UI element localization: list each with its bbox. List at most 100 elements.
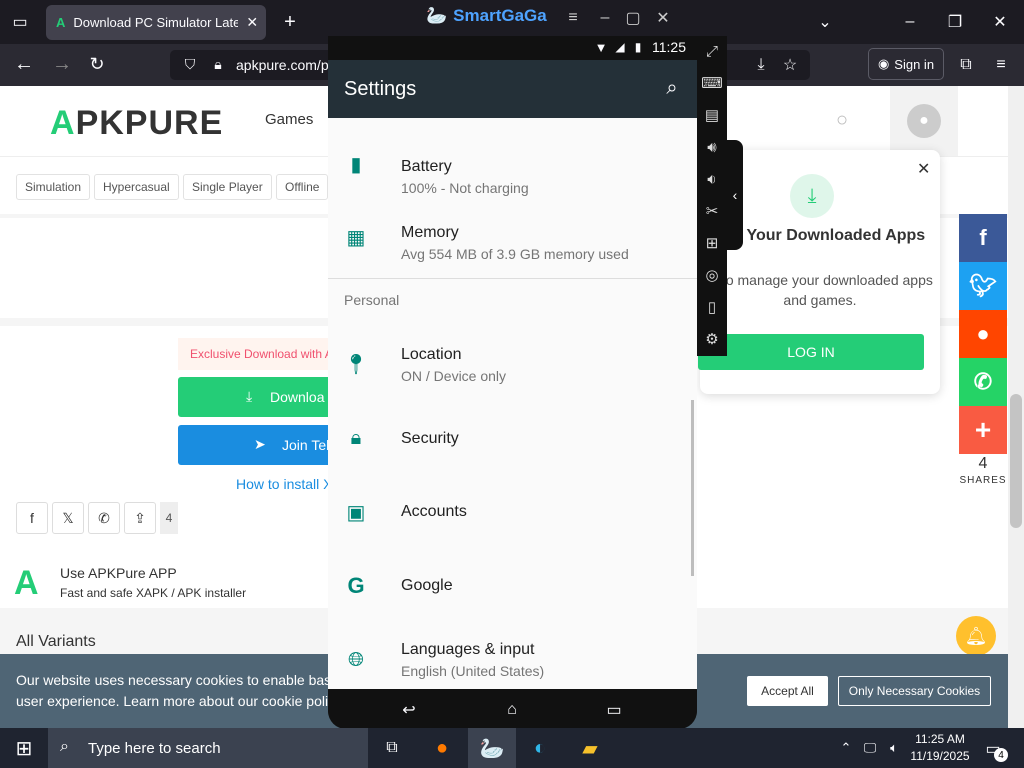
memory-chip-icon: ▦ (346, 226, 366, 249)
location-icon[interactable]: ◎ (697, 260, 727, 290)
more-share-icon[interactable]: + (959, 406, 1007, 454)
settings-item-google[interactable]: G Google (328, 550, 697, 622)
share-icon[interactable]: ⇪ (124, 502, 156, 534)
whatsapp-share-icon[interactable]: ✆ (959, 358, 1007, 406)
share-facebook-icon[interactable]: f (16, 502, 48, 534)
clock-date: 11/19/2025 (910, 749, 970, 763)
google-g-icon: G (347, 573, 365, 598)
nav-games[interactable]: Games (265, 111, 313, 128)
shake-icon[interactable]: ▯ (697, 292, 727, 322)
close-tab-icon[interactable]: ✕ (246, 14, 258, 31)
lock-icon[interactable]: 🔒︎ (208, 54, 228, 74)
settings-item-languages[interactable]: 🌐︎ Languages & input English (United Sta… (328, 624, 697, 689)
taskbar-search[interactable]: ⌕ Type here to search (48, 728, 368, 768)
tray-overflow-icon[interactable]: ⌃ (838, 738, 854, 758)
multi-instance-icon[interactable]: ⊞ (697, 228, 727, 258)
apk-install-icon[interactable]: ▤ (697, 100, 727, 130)
extensions-icon[interactable]: ⧉ (955, 54, 977, 76)
sign-in-button[interactable]: ◉ Sign in (868, 48, 944, 80)
settings-search-icon[interactable]: ⌕ (660, 76, 684, 100)
shield-icon[interactable]: ⛉ (180, 54, 200, 74)
settings-item-memory[interactable]: ▦ Memory Avg 554 MB of 3.9 GB memory use… (328, 200, 697, 272)
windows-start-icon[interactable]: ⊞ (0, 728, 48, 768)
clock-time: 11:25 AM (915, 732, 965, 746)
screenshot-scissors-icon[interactable]: ✂ (697, 196, 727, 226)
facebook-share-icon[interactable]: f (959, 214, 1007, 262)
download-icon: ⤓ (246, 388, 253, 404)
close-emulator-icon[interactable]: ✕ (653, 8, 673, 28)
recents-nav-icon[interactable]: ▭ (600, 698, 628, 722)
settings-item-location[interactable]: 📍︎ Location ON / Device only (328, 328, 697, 400)
item-title: Google (401, 577, 453, 594)
battery-status-icon: ▮ (634, 40, 642, 54)
chip-hypercasual[interactable]: Hypercasual (94, 174, 179, 200)
back-icon[interactable]: ← (12, 52, 36, 76)
file-explorer-icon[interactable]: ▰ (566, 728, 614, 768)
smartgaga-taskbar-icon[interactable]: 🦢 (468, 728, 516, 768)
keyboard-icon[interactable]: ⌨ (697, 68, 727, 98)
collapse-toolbar-icon[interactable]: ‹ (727, 140, 743, 250)
taskbar-clock[interactable]: 11:25 AM 11/19/2025 (900, 731, 980, 765)
browser-tab[interactable]: A Download PC Simulator Latest V ✕ (46, 5, 266, 40)
network-icon[interactable]: 🖵 (860, 738, 880, 758)
chip-offline[interactable]: Offline (276, 174, 329, 200)
item-title: Security (401, 430, 459, 447)
home-nav-icon[interactable]: ⌂ (498, 698, 526, 722)
chip-single-player[interactable]: Single Player (183, 174, 272, 200)
forward-icon[interactable]: → (50, 52, 74, 76)
personal-section-header: Personal (344, 292, 400, 308)
app-menu-icon[interactable]: ≡ (990, 54, 1012, 76)
bookmark-star-icon[interactable]: ☆ (779, 54, 801, 76)
smartgaga-title: 🦢 SmartGaGa (426, 6, 547, 25)
share-count: 4 (160, 502, 178, 534)
tabs-dropdown-icon[interactable]: ⌄ (815, 10, 835, 34)
android-clock: 11:25 (652, 39, 686, 55)
window-close-icon[interactable]: ✕ (990, 10, 1010, 34)
notification-bell-icon[interactable]: 🔔︎ (956, 616, 996, 656)
accept-all-button[interactable]: Accept All (747, 676, 828, 706)
share-whatsapp-icon[interactable]: ✆ (88, 502, 120, 534)
telegram-icon: ➤ (254, 436, 266, 452)
twitter-share-icon[interactable]: 🐦︎ (959, 262, 1007, 310)
menu-icon[interactable]: ≡ (563, 8, 583, 28)
necessary-cookies-button[interactable]: Only Necessary Cookies (838, 676, 991, 706)
new-tab-icon[interactable]: + (278, 10, 302, 34)
download-page-icon[interactable]: ⤓ (750, 54, 772, 76)
apkpure-logo[interactable]: APKPURE (50, 104, 223, 143)
maximize-icon[interactable]: ▢ (623, 8, 643, 28)
chip-simulation[interactable]: Simulation (16, 174, 91, 200)
join-telegram-button[interactable]: ➤ Join Tel (178, 425, 338, 465)
exclusive-download-banner[interactable]: Exclusive Download with A (178, 338, 338, 370)
window-restore-icon[interactable]: ❐ (945, 10, 965, 34)
popup-close-icon[interactable]: ✕ (917, 159, 930, 179)
user-avatar-box[interactable]: ● (890, 86, 958, 156)
apkpure-favicon-icon: A (56, 15, 66, 30)
volume-up-icon[interactable]: 🔊︎ (697, 132, 727, 162)
minimize-icon[interactable]: – (595, 8, 615, 28)
item-title: Accounts (401, 503, 467, 520)
popup-login-button[interactable]: LOG IN (698, 334, 924, 370)
window-minimize-icon[interactable]: – (900, 10, 920, 34)
how-to-install-link[interactable]: How to install X (236, 476, 332, 492)
back-nav-icon[interactable]: ↩ (395, 698, 423, 722)
edge-icon[interactable]: ◐ (516, 728, 564, 768)
settings-item-accounts[interactable]: ▣ Accounts (328, 476, 697, 548)
volume-down-icon[interactable]: 🔉︎ (697, 164, 727, 194)
lock-icon: 🔒︎ (350, 426, 362, 449)
task-view-icon[interactable]: ⧉ (368, 728, 416, 768)
fullscreen-icon[interactable]: ⤢ (697, 36, 727, 66)
app-promo-subtitle: Fast and safe XAPK / APK installer (60, 586, 247, 600)
reddit-share-icon[interactable]: ● (959, 310, 1007, 358)
settings-item-security[interactable]: 🔒︎ Security (328, 402, 697, 474)
page-scrollbar-thumb[interactable] (1010, 394, 1022, 528)
item-title: Languages & input (401, 641, 535, 658)
download-button[interactable]: ⤓ Downloa (178, 377, 338, 417)
site-search-icon[interactable]: ○ (830, 108, 854, 132)
firefox-icon[interactable]: ● (418, 728, 466, 768)
settings-item-battery[interactable]: ▮ Battery 100% - Not charging (328, 126, 697, 198)
emulator-settings-icon[interactable]: ⚙ (697, 324, 727, 354)
reload-icon[interactable]: ↻ (85, 52, 109, 76)
shares-count: 4 (978, 455, 988, 472)
tab-list-icon[interactable]: ▭ (8, 10, 32, 34)
share-x-icon[interactable]: 𝕏 (52, 502, 84, 534)
